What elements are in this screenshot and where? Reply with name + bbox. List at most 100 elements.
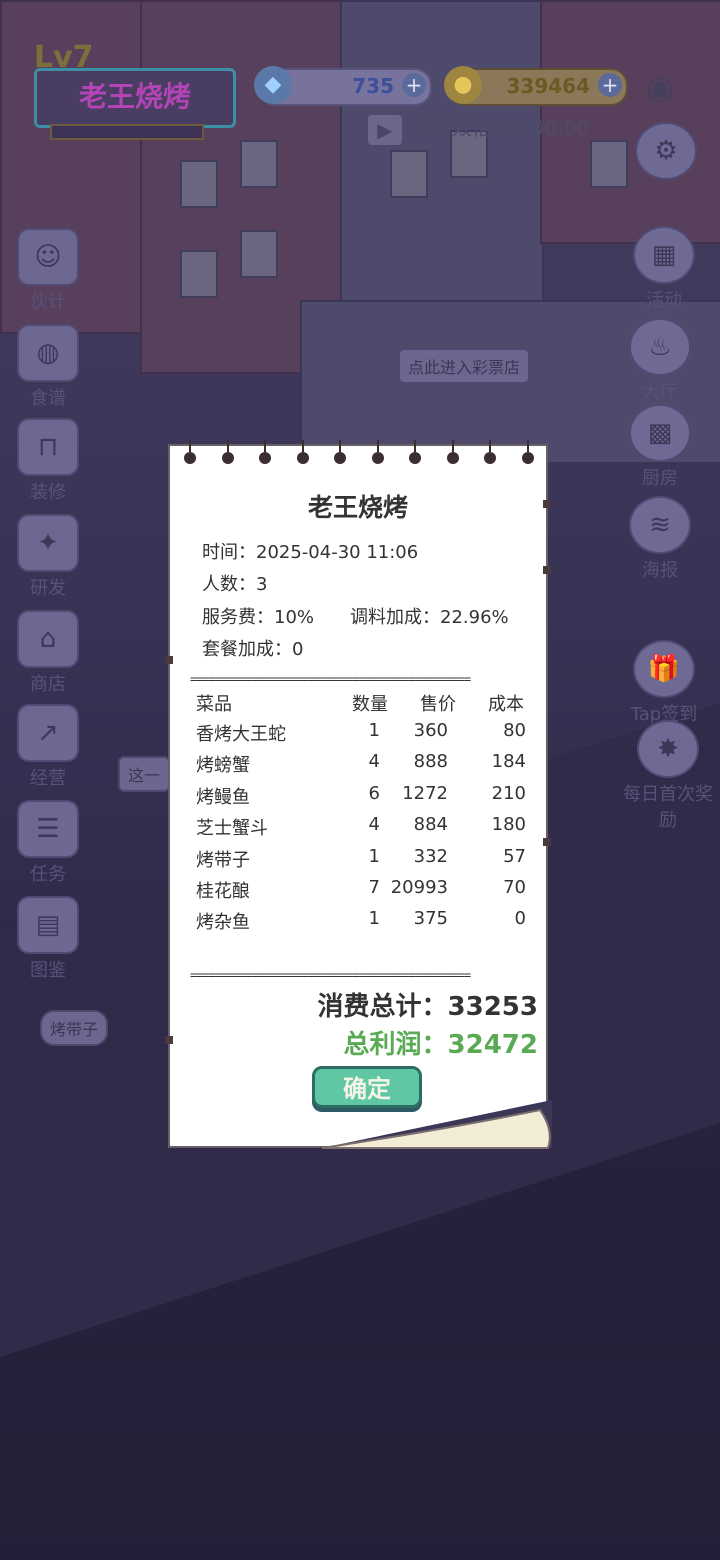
- menu-recipes[interactable]: ◍ 食谱: [8, 324, 88, 410]
- customer-speech-bubble: 这一: [118, 756, 171, 792]
- dish-qty: 1: [368, 720, 380, 741]
- menu-label: 装修: [30, 482, 66, 503]
- ring: [409, 440, 422, 464]
- receipt-service-fee: 服务费：10%: [202, 603, 314, 629]
- dish-price: 375: [413, 908, 448, 930]
- daily-reward[interactable]: ✸ 每日首次奖励: [616, 720, 720, 832]
- dish-price: 20993: [390, 877, 448, 898]
- receipt-dialog: 老王烧烤 时间：2025-04-30 11:06 人数：3 服务费：10% 调料…: [165, 440, 552, 1149]
- page-curl: [322, 1100, 552, 1149]
- total-label: 消费总计：: [317, 992, 448, 1022]
- menu-kitchen[interactable]: ▩ 厨房: [620, 404, 700, 490]
- receipt-title: 老王烧烤: [307, 493, 408, 522]
- ring: [259, 440, 272, 464]
- people-value: 3: [256, 574, 268, 595]
- ring: [371, 440, 384, 464]
- business-icon: ↗: [17, 704, 79, 762]
- dish-qty: 4: [368, 814, 380, 836]
- ring: [184, 440, 196, 464]
- ring: [446, 440, 459, 464]
- lottery-sign[interactable]: 点此进入彩票店: [398, 348, 531, 384]
- ring: [296, 440, 309, 464]
- gem-value: 735: [352, 74, 394, 98]
- menu-events[interactable]: ▦ 活动: [624, 226, 704, 312]
- separator-line: ========================================…: [190, 674, 471, 684]
- add-coins-button[interactable]: +: [598, 73, 622, 97]
- menu-poster[interactable]: ≋ 海报: [620, 496, 700, 582]
- menu-label: 伙计: [30, 292, 66, 313]
- receipt-time: 时间：2025-04-30 11:06: [202, 538, 418, 564]
- total-spend: 消费总计：33253: [318, 986, 538, 1023]
- combo-value: 0: [292, 639, 304, 660]
- header-cost: 成本: [488, 694, 524, 715]
- dish-name: 烤螃蟹: [196, 755, 250, 777]
- menu-tasks[interactable]: ☰ 任务: [8, 800, 88, 886]
- header-price: 售价: [420, 694, 456, 715]
- menu-label: 每日首次奖励: [623, 784, 713, 831]
- research-icon: ✦: [17, 514, 79, 572]
- dish-price: 888: [413, 751, 448, 773]
- book-icon: ▤: [17, 896, 79, 954]
- menu-label: 食谱: [30, 388, 66, 409]
- add-gems-button[interactable]: +: [402, 73, 426, 97]
- combo-label: 套餐加成：: [202, 639, 292, 660]
- menu-shop[interactable]: ⌂ 商店: [8, 610, 88, 696]
- people-label: 人数：: [202, 574, 256, 595]
- play-video-icon: ▶: [368, 114, 402, 145]
- dish-price: 332: [413, 845, 448, 867]
- table-icon: ⊓: [17, 418, 79, 476]
- dish-cost: 210: [491, 782, 526, 804]
- dish-cost: 57: [503, 845, 526, 867]
- dish-bubble[interactable]: 烤带子: [40, 1010, 109, 1046]
- dish-cost: 184: [491, 751, 526, 773]
- dish-qty: 7: [368, 877, 380, 898]
- hall-icon: ♨: [629, 318, 691, 376]
- profit-label: 总利润：: [343, 1030, 448, 1060]
- coin-value: 339464: [506, 74, 591, 98]
- dish-qty: 1: [368, 908, 380, 930]
- dish-cost: 180: [491, 814, 526, 836]
- dish-price: 884: [413, 814, 448, 836]
- header-qty: 数量: [352, 694, 388, 715]
- service-label: 服务费：: [202, 607, 274, 628]
- menu-label: 经营: [30, 768, 66, 789]
- coin-counter: ● 339464 +: [444, 66, 628, 106]
- receipt-combo-bonus: 套餐加成：0: [202, 635, 303, 661]
- dish-name: 烤鳗鱼: [196, 786, 250, 808]
- dish-name: 芝士蟹斗: [196, 818, 268, 840]
- seasoning-label: 调料加成：: [350, 607, 440, 628]
- ring: [221, 440, 234, 464]
- settings-button[interactable]: ⚙: [626, 122, 706, 182]
- ring: [334, 440, 347, 464]
- poster-icon: ≋: [629, 496, 691, 554]
- menu-label: 厨房: [642, 468, 678, 489]
- dish-icon: ◍: [17, 324, 79, 382]
- kitchen-icon: ▩: [629, 404, 691, 462]
- menu-label: 大厅: [642, 382, 678, 403]
- dish-qty: 6: [368, 782, 380, 804]
- ring: [521, 440, 534, 464]
- dish-name: 桂花酿: [196, 881, 250, 902]
- dish-qty: 4: [368, 751, 380, 773]
- menu-collection[interactable]: ▤ 图鉴: [8, 896, 88, 982]
- shop-name-sign[interactable]: 老王烧烤: [34, 68, 236, 128]
- dish-cost: 70: [503, 877, 526, 898]
- reward-icon: ✸: [637, 720, 699, 778]
- coin-icon: ●: [444, 66, 482, 104]
- dish-price: 1272: [402, 782, 448, 804]
- calendar-icon: ▦: [633, 226, 695, 284]
- receipt-people: 人数：3: [202, 570, 267, 596]
- menu-label: 任务: [30, 864, 66, 885]
- tap-checkin[interactable]: 🎁 Tap签到: [616, 640, 712, 726]
- review-double-timer[interactable]: ▶ 好评双倍：0:00:00: [368, 112, 589, 145]
- menu-research[interactable]: ✦ 研发: [8, 514, 88, 600]
- header-dish: 菜品: [196, 694, 232, 715]
- menu-staff[interactable]: ☺ 伙计: [8, 228, 88, 314]
- separator-line: ========================================…: [190, 970, 471, 980]
- menu-business[interactable]: ↗ 经营: [8, 704, 88, 790]
- menu-hall[interactable]: ♨ 大厅: [620, 318, 700, 404]
- menu-decorate[interactable]: ⊓ 装修: [8, 418, 88, 504]
- gem-counter: ◆ 735 +: [254, 66, 432, 106]
- eye-icon[interactable]: ◉: [646, 68, 674, 106]
- review-double-text: 好评双倍：0:00:00: [412, 116, 590, 140]
